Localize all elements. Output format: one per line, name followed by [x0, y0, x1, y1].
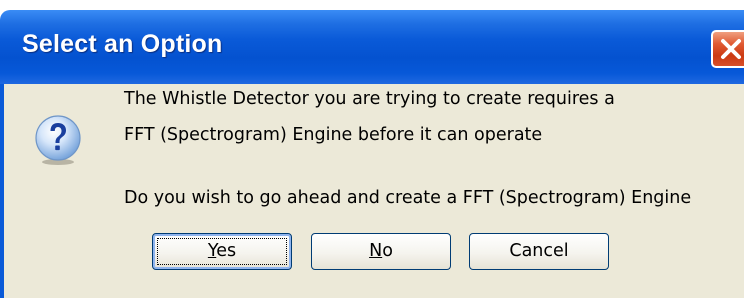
yes-button[interactable]: Yes: [152, 233, 292, 270]
focus-ring: [157, 238, 287, 265]
message-line-3: Do you wish to go ahead and create a FFT…: [124, 188, 692, 208]
message-line-2: FFT (Spectrogram) Engine before it can o…: [124, 125, 543, 145]
title-bar[interactable]: Select an Option: [0, 0, 744, 84]
question-icon: [35, 115, 81, 165]
dialog-window: Select an Option The Whistle Detector yo…: [0, 0, 744, 298]
no-mnemonic: N: [369, 241, 383, 261]
close-icon: [721, 39, 741, 59]
dialog-title: Select an Option: [22, 30, 223, 58]
cancel-label: Cancel: [509, 241, 569, 261]
message-line-1: The Whistle Detector you are trying to c…: [124, 89, 615, 109]
cancel-button[interactable]: Cancel: [469, 233, 609, 270]
no-label-rest: o: [382, 241, 393, 261]
close-button[interactable]: [711, 30, 744, 68]
no-button[interactable]: No: [311, 233, 451, 270]
